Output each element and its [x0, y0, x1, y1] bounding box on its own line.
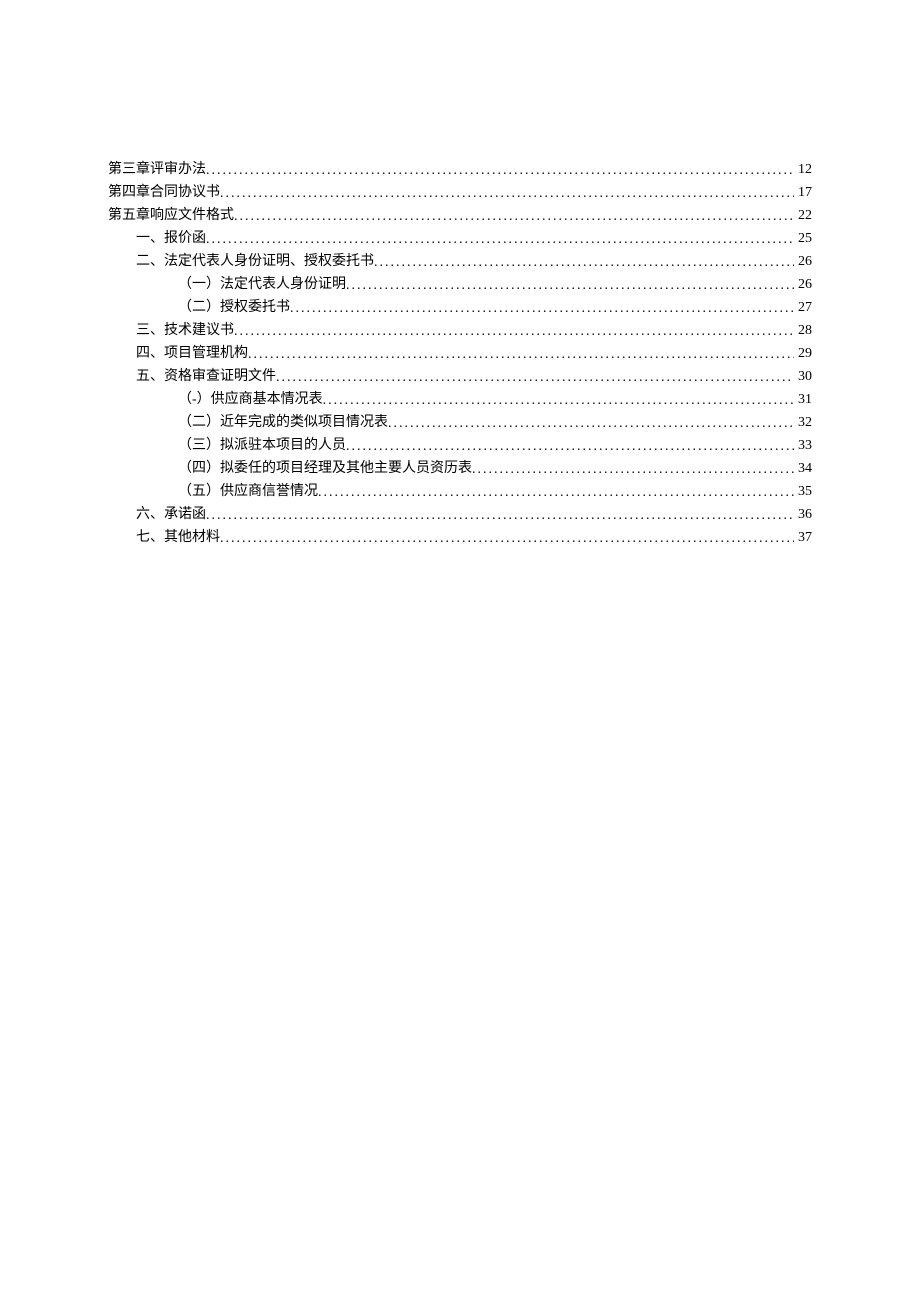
toc-dots — [374, 251, 794, 274]
toc-dots — [206, 228, 794, 251]
toc-label: （-）供应商基本情况表 — [178, 388, 323, 411]
toc-dots — [346, 435, 794, 458]
toc-dots — [206, 504, 794, 527]
toc-page-number: 25 — [794, 227, 812, 250]
toc-label: 第四章合同协议书 — [108, 181, 220, 204]
toc-dots — [206, 159, 794, 182]
toc-label: （二）近年完成的类似项目情况表 — [178, 411, 388, 434]
toc-page-number: 29 — [794, 342, 812, 365]
toc-entry: （一）法定代表人身份证明 26 — [108, 273, 812, 296]
toc-entry: （三）拟派驻本项目的人员 33 — [108, 434, 812, 457]
toc-page-number: 22 — [794, 204, 812, 227]
toc-label: （五）供应商信誉情况 — [178, 480, 318, 503]
toc-entry: 第五章响应文件格式 22 — [108, 204, 812, 227]
toc-dots — [323, 389, 794, 412]
toc-entry: 六、承诺函 36 — [108, 503, 812, 526]
toc-label: （四）拟委任的项目经理及其他主要人员资历表 — [178, 457, 472, 480]
toc-entry: 七、其他材料 37 — [108, 526, 812, 549]
table-of-contents: 第三章评审办法12第四章合同协议书17第五章响应文件格式22一、报价函25二、法… — [108, 158, 812, 549]
toc-entry: 一、报价函 25 — [108, 227, 812, 250]
toc-dots — [220, 527, 794, 550]
toc-entry: （二）近年完成的类似项目情况表 32 — [108, 411, 812, 434]
toc-page-number: 36 — [794, 503, 812, 526]
toc-dots — [276, 366, 794, 389]
toc-dots — [318, 481, 794, 504]
toc-entry: （-）供应商基本情况表 31 — [108, 388, 812, 411]
toc-entry: 第三章评审办法 12 — [108, 158, 812, 181]
toc-label: （一）法定代表人身份证明 — [178, 273, 346, 296]
toc-label: 一、报价函 — [136, 227, 206, 250]
toc-page-number: 32 — [794, 411, 812, 434]
toc-label: 第三章评审办法 — [108, 158, 206, 181]
toc-entry: 二、法定代表人身份证明、授权委托书 26 — [108, 250, 812, 273]
toc-entry: （五）供应商信誉情况 35 — [108, 480, 812, 503]
toc-page-number: 17 — [794, 181, 812, 204]
toc-page-number: 31 — [794, 388, 812, 411]
toc-dots — [388, 412, 794, 435]
toc-entry: 四、项目管理机构 29 — [108, 342, 812, 365]
toc-dots — [220, 182, 794, 205]
toc-label: 三、技术建议书 — [136, 319, 234, 342]
toc-dots — [234, 320, 794, 343]
toc-page-number: 35 — [794, 480, 812, 503]
toc-page-number: 27 — [794, 296, 812, 319]
toc-page-number: 30 — [794, 365, 812, 388]
toc-dots — [290, 297, 794, 320]
toc-page-number: 28 — [794, 319, 812, 342]
toc-label: （二）授权委托书 — [178, 296, 290, 319]
toc-dots — [248, 343, 794, 366]
toc-entry: 第四章合同协议书 17 — [108, 181, 812, 204]
toc-label: 六、承诺函 — [136, 503, 206, 526]
toc-entry: （二）授权委托书 27 — [108, 296, 812, 319]
toc-label: 七、其他材料 — [136, 526, 220, 549]
toc-page-number: 26 — [794, 250, 812, 273]
toc-label: 五、资格审查证明文件 — [136, 365, 276, 388]
toc-page-number: 33 — [794, 434, 812, 457]
toc-entry: 三、技术建议书 28 — [108, 319, 812, 342]
toc-label: 二、法定代表人身份证明、授权委托书 — [136, 250, 374, 273]
toc-dots — [472, 458, 794, 481]
toc-dots — [346, 274, 794, 297]
toc-label: 四、项目管理机构 — [136, 342, 248, 365]
toc-label: 第五章响应文件格式 — [108, 204, 234, 227]
toc-page-number: 12 — [794, 158, 812, 181]
toc-entry: 五、资格审查证明文件 30 — [108, 365, 812, 388]
toc-label: （三）拟派驻本项目的人员 — [178, 434, 346, 457]
toc-page-number: 34 — [794, 457, 812, 480]
toc-page-number: 26 — [794, 273, 812, 296]
toc-page-number: 37 — [794, 526, 812, 549]
toc-dots — [234, 205, 794, 228]
toc-entry: （四）拟委任的项目经理及其他主要人员资历表 34 — [108, 457, 812, 480]
